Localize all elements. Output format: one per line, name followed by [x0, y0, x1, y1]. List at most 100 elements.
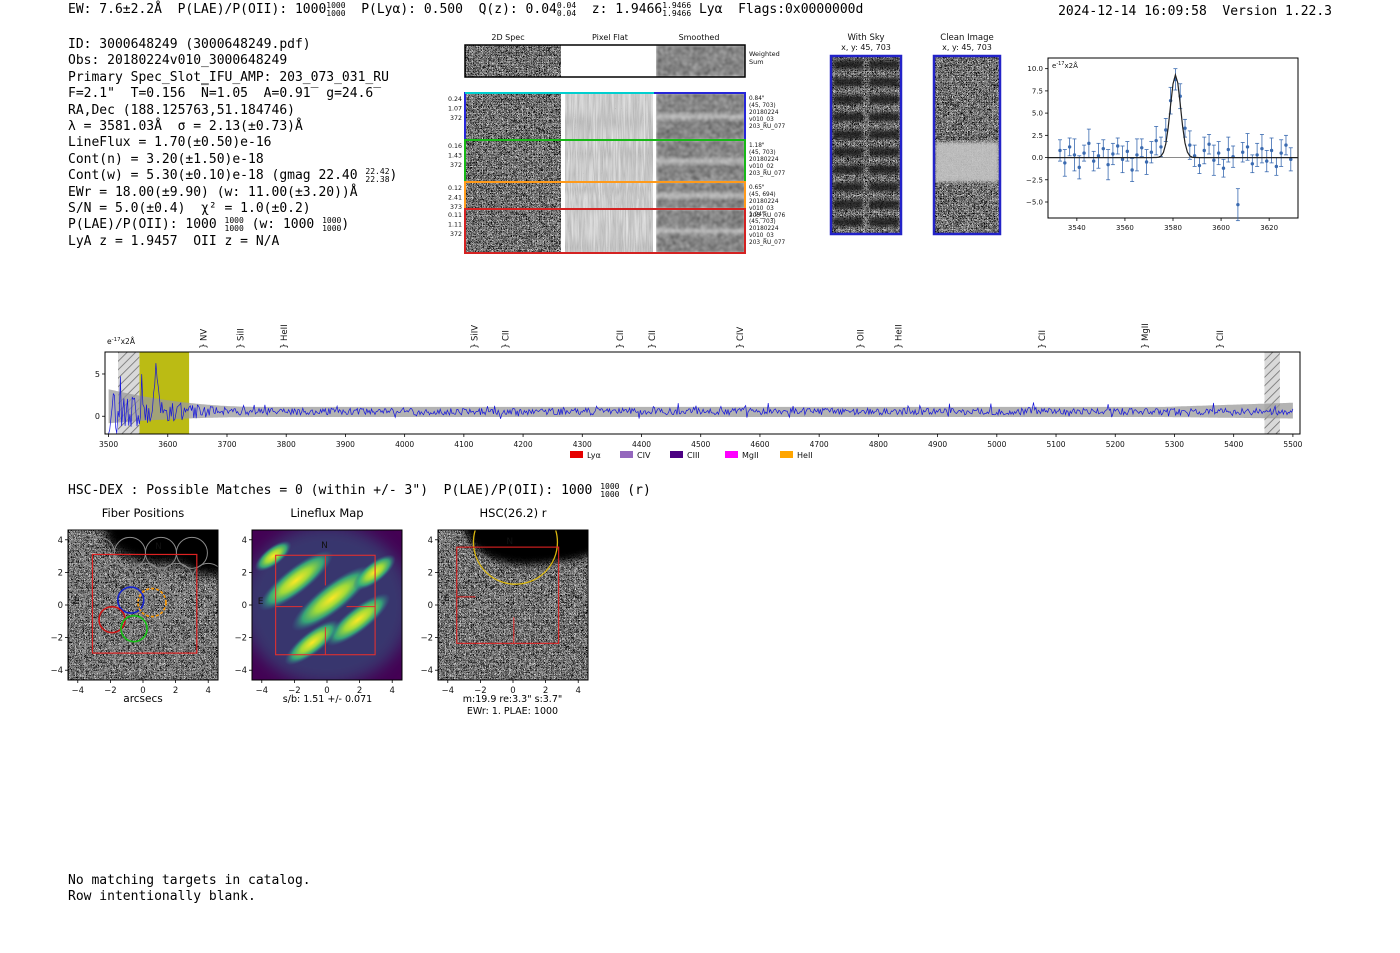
spec2d-row-right-label: 203_RU_077 [749, 171, 786, 177]
hsc-cutout-plot-xtick-label: −4 [442, 686, 455, 696]
spectrum-data-point [1149, 150, 1154, 154]
hsc-cutout-plot-ytick-label: −4 [420, 666, 433, 676]
zoom-ytick-label: −2.5 [1026, 176, 1043, 184]
info-line: P(LAE)/P(OII): 1000 1000 1000 (w: 1000 10… [68, 216, 350, 233]
spectrum-xtick-label: 4700 [810, 440, 829, 449]
spec2d-row-right-label: (45, 703) [749, 103, 776, 109]
spectrum-xtick-label: 4000 [395, 440, 414, 449]
info-line: Cont(w) = 5.30(±0.10)e-18 (gmag 22.40 22… [68, 167, 398, 184]
spec2d-panel: 2D Spec Pixel Flat Smoothed WeightedSum 0.24… [448, 33, 786, 254]
compass-east-label: E [258, 597, 264, 607]
spectrum-data-point [1284, 143, 1288, 147]
hsc-cutout-plot-xtick-label: 2 [543, 686, 548, 696]
stacked-fraction: 0.04 0.04 [556, 1, 577, 18]
spec2d-row-right-label: 1.94" [749, 212, 765, 218]
hsc-cutout-plot-ytick-label: 4 [428, 536, 433, 546]
fiber-2dspec-image [465, 209, 561, 253]
marker-brace: { [278, 343, 288, 349]
spectrum-xtick-label: 5000 [987, 440, 1006, 449]
spectrum-xtick-label: 4600 [750, 440, 769, 449]
spectrum-xtick-label: 3900 [336, 440, 355, 449]
stacked-fraction: 1000 1000 [322, 216, 342, 233]
lineflux-map-plot-ytick-label: −4 [234, 666, 247, 676]
fiber-positions-plot-xtick-label: 4 [206, 686, 211, 696]
spectrum-data-point [1116, 144, 1120, 148]
spectrum-data-point [1111, 152, 1115, 156]
zoom-ylabel: e-17x2Å [1052, 61, 1078, 70]
spectrum-xtick-label: 4500 [691, 440, 710, 449]
fiber-pixelflat-image [565, 182, 653, 209]
hsc-cutout-plot-xtick-label: 4 [576, 686, 581, 696]
lineflux-map-plot-xtick-label: −4 [256, 686, 269, 696]
hsc-dex-line: HSC-DEX : Possible Matches = 0 (within +… [68, 482, 651, 499]
info-line: RA,Dec (188.125763,51.184746) [68, 102, 295, 118]
spec2d-row-right-label: (45, 703) [749, 219, 776, 225]
legend-label: CIII [687, 451, 700, 460]
spec2d-row-left-label: 0.16 [448, 143, 462, 150]
spec2d-col-header: Smoothed [679, 33, 720, 42]
marker-brace: { [197, 343, 207, 349]
marker-brace: { [1139, 343, 1149, 349]
lineflux-map-title: Lineflux Map [290, 506, 364, 520]
fiber-pixelflat-image [565, 93, 653, 140]
spectrum-xtick-label: 3500 [99, 440, 118, 449]
spectrum-data-point [1255, 153, 1259, 157]
spectrum-data-point [1202, 148, 1206, 153]
spectrum-xtick-label: 5500 [1283, 440, 1302, 449]
marker-brace: { [1214, 343, 1224, 349]
spectrum-data-point [1236, 202, 1240, 207]
spectrum-data-point [1250, 162, 1255, 166]
fiber-positions-plot-ytick-label: 4 [58, 536, 63, 546]
zoom-ytick-label: −5.0 [1026, 199, 1043, 207]
spec2d-col-header: Pixel Flat [592, 33, 628, 42]
stacked-fraction: 1.9466 1.9466 [662, 1, 692, 18]
info-line: EWr = 18.00(±9.90) (w: 11.00(±3.20))Å [68, 184, 358, 200]
spec2d-row-left-label: 1.07 [448, 106, 462, 113]
emission-line-marker-label: SiII [237, 328, 247, 341]
legend-swatch [725, 451, 738, 458]
stacked-fraction: 1000 1000 [326, 1, 346, 18]
fiber-positions-plot-xtick-label: 2 [173, 686, 178, 696]
emission-line-marker-label: CII [501, 330, 511, 341]
spec2d-row-left-label: 372 [450, 115, 462, 122]
hsc-cutout-plot-xtick-label: −2 [474, 686, 487, 696]
spectrum-xtick-label: 3800 [277, 440, 296, 449]
spec2d-row-right-label: v010_02 [749, 164, 774, 170]
spec2d-row-right-label: 0.65" [749, 185, 765, 191]
spec2d-row-right-label: 20180224 [749, 199, 779, 205]
fiber-positions-plot-ytick-label: −4 [50, 666, 63, 676]
spectrum-data-point [1096, 154, 1101, 158]
spec2d-row-left-label: 372 [450, 231, 462, 238]
info-line: Obs: 20180224v010_3000648249 [68, 53, 288, 69]
zoom-ytick-label: 7.5 [1032, 87, 1043, 95]
spectrum-data-point [1269, 148, 1274, 153]
legend-swatch [780, 451, 793, 458]
spec2d-row-left-label: 2.41 [448, 195, 462, 202]
info-line: LyA z = 1.9457 OII z = N/A [68, 233, 280, 249]
legend-label: CIV [637, 451, 651, 460]
spectrum-data-point [1063, 161, 1067, 165]
fiber-positions-plot-ytick-label: 0 [58, 601, 63, 611]
spectrum-xtick-label: 5100 [1046, 440, 1065, 449]
fiber-positions-plot-ytick-label: 2 [58, 568, 63, 578]
header-timestamp: 2024-12-14 16:09:58 Version 1.22.3 [1058, 4, 1332, 19]
spec2d-row-right-label: 20180224 [749, 110, 779, 116]
compass-east-label: E [444, 594, 450, 604]
spectrum-xtick-label: 5400 [1224, 440, 1243, 449]
spectrum-xtick-label: 5200 [1106, 440, 1125, 449]
spectrum-data-point [1274, 164, 1279, 169]
elixer-report-page: EW: 7.6±2.2Å P(LAE)/P(OII): 1000 1000 1000… [0, 0, 1400, 953]
spectrum-data-point [1226, 147, 1230, 152]
spec2d-row-left-label: 1.43 [448, 153, 462, 160]
spectrum-data-point [1101, 146, 1105, 151]
spectrum-data-point [1221, 166, 1226, 170]
emission-line-marker-label: MgII [1141, 323, 1151, 341]
spectrum-data-point [1072, 153, 1077, 157]
spectrum-xtick-label: 4400 [632, 440, 651, 449]
marker-brace: { [893, 343, 903, 349]
marker-brace: { [646, 343, 656, 349]
emission-line-marker-label: SiIV [471, 325, 481, 341]
spectrum-data-point [1245, 145, 1250, 149]
weighted-smoothed-image [656, 45, 745, 77]
lineflux-map-plot-ytick-label: 4 [242, 536, 247, 546]
